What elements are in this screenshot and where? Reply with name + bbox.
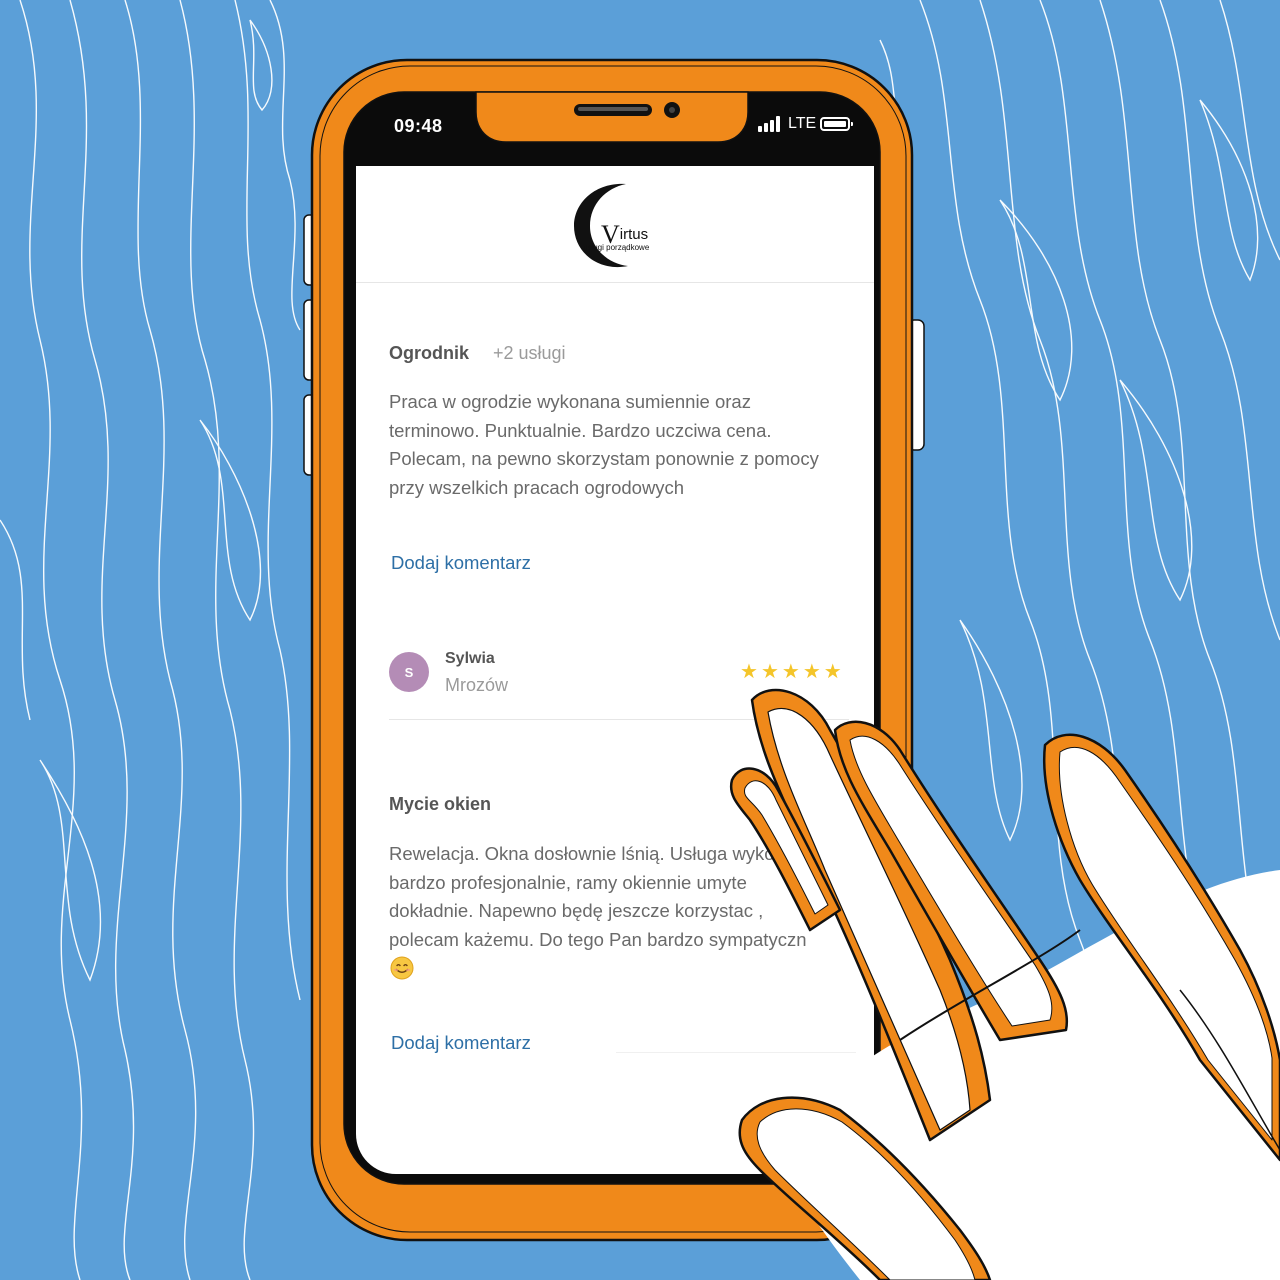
header-divider bbox=[356, 282, 874, 283]
star-icon: ★ bbox=[823, 661, 842, 683]
avatar: S bbox=[389, 652, 429, 692]
reviewer-divider bbox=[389, 719, 849, 720]
review-text: Praca w ogrodzie wykonana sumiennie oraz… bbox=[389, 391, 819, 498]
reviewer-city: Mrozów bbox=[445, 675, 509, 695]
star-icon: ★ bbox=[781, 661, 800, 683]
logo-name: irtus bbox=[619, 226, 649, 243]
smiling-face-icon bbox=[390, 956, 414, 980]
add-comment-link[interactable]: Dodaj komentarz bbox=[391, 552, 531, 574]
status-time: 09:48 bbox=[394, 116, 443, 136]
review-service-title: Mycie okien bbox=[389, 794, 492, 814]
review-text: Rewelacja. Okna dosłownie lśnią. Usługa … bbox=[389, 843, 807, 950]
reviewer-name: Sylwia bbox=[445, 650, 495, 667]
battery-icon bbox=[820, 117, 853, 131]
network-label: LTE bbox=[788, 115, 817, 132]
signal-icon bbox=[758, 116, 784, 132]
virtus-logo: Virtus usługi porządkowe bbox=[568, 180, 664, 272]
add-comment-link[interactable]: Dodaj komentarz bbox=[391, 1032, 531, 1054]
app-screen: Virtus usługi porządkowe Ogrodnik +2 usł… bbox=[356, 166, 874, 1174]
star-icon: ★ bbox=[740, 661, 758, 683]
logo-tagline: usługi porządkowe bbox=[583, 243, 650, 252]
rating-stars: ★ ★ ★ ★ ★ bbox=[740, 662, 842, 682]
star-icon: ★ bbox=[802, 661, 821, 683]
star-icon: ★ bbox=[760, 661, 779, 683]
review-extra-services[interactable]: +2 usługi bbox=[493, 343, 566, 364]
footer-divider bbox=[616, 1052, 856, 1053]
review-service-title: Ogrodnik bbox=[389, 343, 469, 363]
